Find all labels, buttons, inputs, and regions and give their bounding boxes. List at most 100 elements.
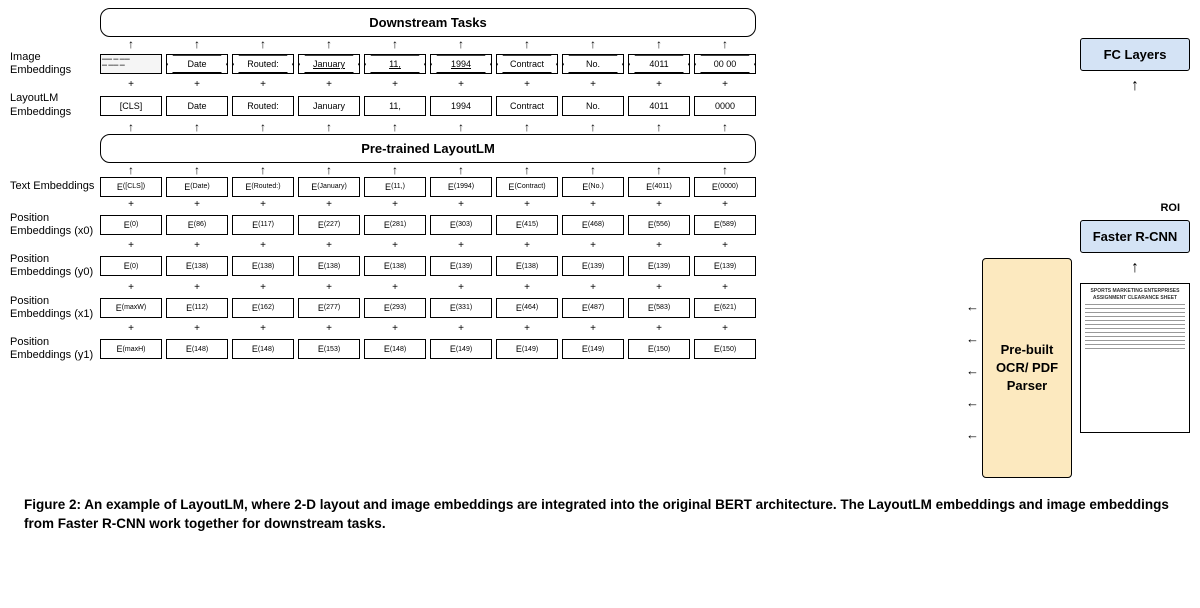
- up-arrow-icon: ↑: [1131, 77, 1139, 95]
- plus-row: ++++++++++: [100, 199, 958, 210]
- text-emb-token: E(Contract): [496, 177, 558, 197]
- img-emb-token: 11,: [364, 54, 426, 74]
- layoutlm-token: Routed:: [232, 96, 294, 116]
- img-emb-token: January: [298, 54, 360, 74]
- text-embeddings-row: Text Embeddings E([CLS])E(Date)E(Routed:…: [10, 177, 958, 197]
- pos-y0-token: E(138): [298, 256, 360, 276]
- text-emb-token: E(No.): [562, 177, 624, 197]
- arrow-row: ↑↑↑↑↑↑↑↑↑↑: [100, 121, 958, 133]
- x1-embeddings-row: Position Embeddings (x1) E(maxW)E(112)E(…: [10, 295, 958, 321]
- text-emb-token: E(1994): [430, 177, 492, 197]
- img-emb-token: No.: [562, 54, 624, 74]
- pos-x0-token: E(227): [298, 215, 360, 235]
- pos-y1-token: E(148): [364, 339, 426, 359]
- pos-x0-token: E(468): [562, 215, 624, 235]
- pos-x1-token: E(331): [430, 298, 492, 318]
- text-emb-token: E(4011): [628, 177, 690, 197]
- pos-y0-token: E(139): [694, 256, 756, 276]
- pos-y1-token: E(153): [298, 339, 360, 359]
- img-emb-token: 4011: [628, 54, 690, 74]
- layoutlm-token: Date: [166, 96, 228, 116]
- pos-x1-token: E(464): [496, 298, 558, 318]
- label-layoutlm-emb: LayoutLM Embeddings: [10, 92, 100, 118]
- layoutlm-token: 0000: [694, 96, 756, 116]
- pos-y0-token: E(138): [232, 256, 294, 276]
- faster-rcnn-box: Faster R-CNN: [1080, 220, 1190, 253]
- pretrained-layoutlm-box: Pre-trained LayoutLM: [100, 134, 756, 163]
- label-y1: Position Embeddings (y1): [10, 336, 100, 362]
- layoutlm-token: 4011: [628, 96, 690, 116]
- pos-x0-token: E(303): [430, 215, 492, 235]
- img-emb-token: 1994: [430, 54, 492, 74]
- pos-x1-token: E(112): [166, 298, 228, 318]
- pos-y1-token: E(149): [430, 339, 492, 359]
- x0-embeddings-row: Position Embeddings (x0) E(0)E(86)E(117)…: [10, 212, 958, 238]
- pos-x0-token: E(0): [100, 215, 162, 235]
- pos-x1-token: E(621): [694, 298, 756, 318]
- pos-y0-token: E(139): [430, 256, 492, 276]
- pos-x0-token: E(556): [628, 215, 690, 235]
- pos-y1-token: E(148): [232, 339, 294, 359]
- pos-x1-token: E(277): [298, 298, 360, 318]
- pos-y0-token: E(138): [496, 256, 558, 276]
- document-thumbnail: SPORTS MARKETING ENTERPRISESASSIGNMENT C…: [1080, 283, 1190, 433]
- text-emb-token: E(11,): [364, 177, 426, 197]
- layoutlm-token: [CLS]: [100, 96, 162, 116]
- ocr-parser-box: Pre-built OCR/ PDF Parser: [982, 258, 1072, 478]
- text-emb-token: E(Routed:): [232, 177, 294, 197]
- pos-y1-token: E(149): [496, 339, 558, 359]
- img-emb-token: Date: [166, 54, 228, 74]
- text-emb-token: E(Date): [166, 177, 228, 197]
- label-x0: Position Embeddings (x0): [10, 212, 100, 238]
- pos-x1-token: E(487): [562, 298, 624, 318]
- fc-layers-box: FC Layers: [1080, 38, 1190, 71]
- pos-y1-token: E(150): [694, 339, 756, 359]
- figure-caption: Figure 2: An example of LayoutLM, where …: [0, 486, 1200, 534]
- pos-x1-token: E(583): [628, 298, 690, 318]
- layoutlm-token: 11,: [364, 96, 426, 116]
- pos-x1-token: E(162): [232, 298, 294, 318]
- layoutlm-token: January: [298, 96, 360, 116]
- layoutlm-embeddings-row: LayoutLM Embeddings [CLS] Date Routed: J…: [10, 92, 958, 118]
- pos-y1-token: E(150): [628, 339, 690, 359]
- pos-x0-token: E(86): [166, 215, 228, 235]
- pos-y0-token: E(139): [628, 256, 690, 276]
- plus-row: ++++++++++: [100, 79, 958, 90]
- pos-y0-token: E(138): [166, 256, 228, 276]
- image-embeddings-row: Image Embeddings ▬▬ ▬ ▬▬▬ ▬▬ ▬ Date Rout…: [10, 51, 958, 77]
- arrow-row: ↑↑↑↑↑↑↑↑↑↑: [100, 164, 958, 176]
- arrow-row: ↑↑↑↑↑↑↑↑↑↑: [100, 38, 958, 50]
- plus-row: ++++++++++: [100, 323, 958, 334]
- label-x1: Position Embeddings (x1): [10, 295, 100, 321]
- y1-embeddings-row: Position Embeddings (y1) E(maxH)E(148)E(…: [10, 336, 958, 362]
- pos-y1-token: E(maxH): [100, 339, 162, 359]
- cls-image-thumb: ▬▬ ▬ ▬▬▬ ▬▬ ▬: [100, 54, 162, 74]
- pos-x1-token: E(maxW): [100, 298, 162, 318]
- downstream-tasks-box: Downstream Tasks: [100, 8, 756, 37]
- pos-x1-token: E(293): [364, 298, 426, 318]
- pos-y0-token: E(138): [364, 256, 426, 276]
- text-emb-token: E(January): [298, 177, 360, 197]
- layoutlm-token: Contract: [496, 96, 558, 116]
- img-emb-token: Routed:: [232, 54, 294, 74]
- plus-row: ++++++++++: [100, 282, 958, 293]
- ocr-arrows: ←←←←←: [966, 300, 979, 441]
- text-emb-token: E([CLS]): [100, 177, 162, 197]
- pos-y1-token: E(149): [562, 339, 624, 359]
- label-text-emb: Text Embeddings: [10, 180, 100, 193]
- pos-y0-token: E(139): [562, 256, 624, 276]
- layoutlm-token: 1994: [430, 96, 492, 116]
- pos-y1-token: E(148): [166, 339, 228, 359]
- pos-x0-token: E(281): [364, 215, 426, 235]
- roi-label: ROI: [1160, 202, 1180, 214]
- y0-embeddings-row: Position Embeddings (y0) E(0)E(138)E(138…: [10, 253, 958, 279]
- label-y0: Position Embeddings (y0): [10, 253, 100, 279]
- img-emb-token: Contract: [496, 54, 558, 74]
- img-emb-token: 00 00: [694, 54, 756, 74]
- label-image-emb: Image Embeddings: [10, 51, 100, 77]
- pos-x0-token: E(117): [232, 215, 294, 235]
- text-emb-token: E(0000): [694, 177, 756, 197]
- layoutlm-token: No.: [562, 96, 624, 116]
- pos-x0-token: E(415): [496, 215, 558, 235]
- pos-x0-token: E(589): [694, 215, 756, 235]
